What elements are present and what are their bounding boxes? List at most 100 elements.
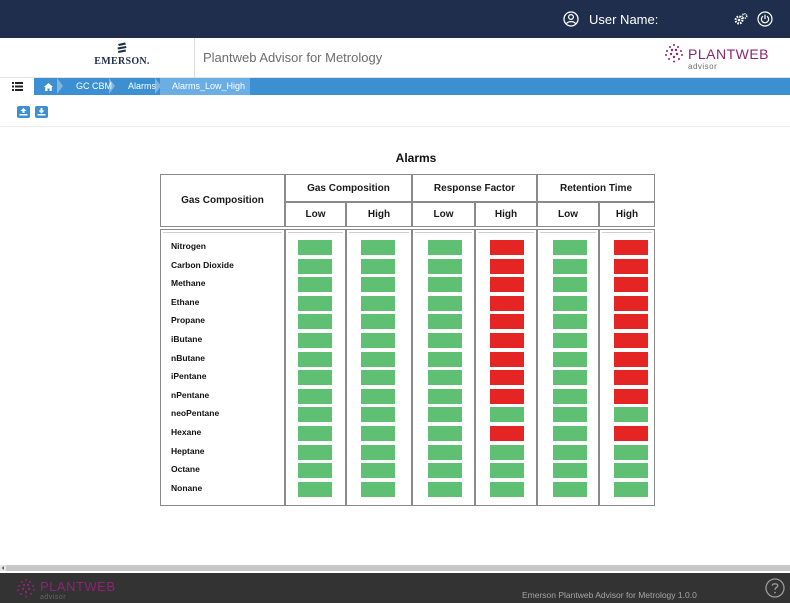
alarm-indicator-red [490, 295, 524, 311]
alarm-indicator-green [428, 333, 462, 348]
gas-row-label: neoPentane [171, 408, 220, 419]
alarm-indicator-green [553, 407, 587, 423]
gas-row-label: Methane [171, 278, 206, 289]
alarm-indicator-red [614, 258, 648, 274]
alarm-indicator-green [428, 258, 462, 274]
user-menu[interactable]: User Name: [563, 9, 658, 29]
alarm-indicator-green [490, 481, 524, 497]
gas-row-label: Nitrogen [171, 241, 206, 251]
alarm-indicator-red [490, 426, 524, 441]
footer-logo-text: PLANTWEB [40, 579, 116, 594]
company-name: EMERSON. [94, 56, 150, 67]
alarm-indicator-green [553, 351, 587, 367]
alarm-indicator-green [614, 407, 648, 423]
sub-header-gas-high: High [346, 202, 412, 227]
sub-header-retention-high: High [599, 202, 655, 227]
alarm-indicator-green [614, 444, 648, 460]
alarm-indicator-green [361, 426, 395, 441]
alarm-indicator-green [298, 444, 332, 460]
gas-row-label: Heptane [171, 445, 205, 456]
gas-row-label: Octane [171, 464, 200, 475]
alarm-indicator-green [298, 333, 332, 348]
alarm-indicator-red [614, 240, 648, 255]
alarm-indicator-green [614, 463, 648, 479]
upload-icon [19, 108, 28, 116]
alarm-indicator-green [553, 333, 587, 348]
alarm-indicator-green [428, 481, 462, 497]
sub-header-gas-low: Low [285, 202, 346, 227]
alarm-indicator-green [361, 277, 395, 293]
gas-row-label: nButane [171, 352, 205, 363]
toolbar [17, 106, 53, 118]
alarm-indicator-red [490, 240, 524, 255]
alarm-indicator-green [361, 463, 395, 479]
alarm-indicator-green [490, 444, 524, 460]
menu-button[interactable] [0, 78, 34, 95]
breadcrumb-item-label: Alarms_Low_High [172, 81, 246, 91]
alarm-indicator-red [614, 314, 648, 330]
alarm-indicator-green [553, 258, 587, 274]
plantweb-dots-icon [17, 579, 35, 598]
breadcrumb-home[interactable] [34, 78, 63, 95]
breadcrumb-item-gc-cbm[interactable]: GC CBM [62, 78, 115, 95]
plantweb-logo-sub: advisor [688, 62, 718, 71]
alarm-indicator-green [614, 481, 648, 497]
alarm-indicator-green [361, 314, 395, 330]
gas-row-label: Hexane [171, 427, 202, 437]
list-menu-icon [11, 82, 23, 91]
alarm-indicator-green [553, 370, 587, 386]
alarm-indicator-green [553, 388, 587, 404]
gas-row-label: iButane [171, 334, 203, 344]
breadcrumb-item-current: Alarms_Low_High [160, 78, 250, 95]
alarm-indicator-red [490, 277, 524, 293]
brand-header: EMERSON. Plantweb Advisor for Metrology … [0, 38, 790, 78]
footer: PLANTWEB advisor Emerson Plantweb Adviso… [0, 573, 790, 603]
alarm-indicator-green [298, 258, 332, 274]
sub-header-retention-low: Low [537, 202, 599, 227]
alarm-indicator-green [298, 295, 332, 311]
emerson-logo: EMERSON. [62, 42, 182, 67]
download-button[interactable] [35, 106, 48, 118]
alarm-indicator-red [614, 370, 648, 386]
group-header-retention-time: Retention Time [537, 174, 655, 202]
breadcrumb-item-alarms[interactable]: Alarms [114, 78, 161, 95]
alarm-indicator-green [298, 277, 332, 293]
brand-divider [194, 38, 195, 78]
alarms-title: Alarms [395, 151, 437, 165]
alarm-indicator-red [614, 295, 648, 311]
row-header: Gas Composition [160, 174, 285, 227]
alarm-indicator-green [553, 463, 587, 479]
horizontal-scrollbar[interactable] [6, 565, 790, 571]
user-circle-icon [563, 11, 579, 27]
gas-row-label: Propane [171, 315, 206, 326]
alarm-indicator-red [490, 258, 524, 274]
alarm-indicator-green [361, 333, 395, 348]
alarm-indicator-green [428, 240, 462, 255]
alarm-indicator-red [614, 333, 648, 348]
gas-row-label: Carbon Dioxide [171, 259, 234, 270]
alarm-indicator-red [614, 388, 648, 404]
gas-row-label: Nonane [171, 482, 203, 493]
alarm-indicator-green [298, 314, 332, 330]
alarm-indicator-green [428, 370, 462, 386]
gears-icon[interactable] [734, 12, 748, 26]
breadcrumb: GC CBM Alarms Alarms_Low_High [0, 78, 790, 95]
alarm-indicator-green [298, 351, 332, 367]
app-window: User Name: EMERSON. Plantweb Advisor for… [0, 0, 790, 603]
alarm-indicator-green [553, 240, 587, 255]
alarm-indicator-green [361, 388, 395, 404]
alarm-indicator-green [428, 407, 462, 423]
help-icon[interactable] [765, 578, 785, 598]
alarm-indicator-green [361, 444, 395, 460]
alarm-indicator-green [361, 240, 395, 255]
alarm-indicator-green [361, 258, 395, 274]
plantweb-dots-icon [665, 44, 683, 63]
power-icon[interactable] [757, 11, 773, 27]
alarm-indicator-green [428, 314, 462, 330]
upload-button[interactable] [17, 106, 30, 118]
sub-header-response-low: Low [412, 202, 475, 227]
alarm-indicator-green [361, 481, 395, 497]
alarm-indicator-green [361, 370, 395, 386]
alarm-indicator-green [490, 407, 524, 423]
breadcrumb-item-label: GC CBM [76, 81, 112, 91]
